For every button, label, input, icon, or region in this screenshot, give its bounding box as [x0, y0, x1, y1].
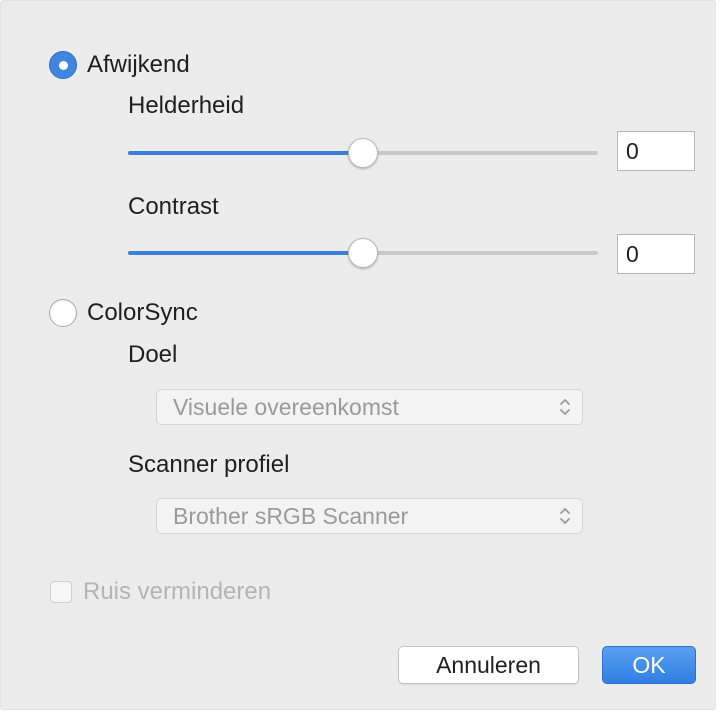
custom-radio-label[interactable]: Afwijkend: [87, 51, 190, 79]
brightness-slider-thumb[interactable]: [348, 138, 378, 168]
scanner-profile-popup-value: Brother sRGB Scanner: [173, 503, 409, 529]
goal-popup-value: Visuele overeenkomst: [173, 394, 399, 420]
up-down-chevron-icon: [560, 399, 570, 415]
goal-label: Doel: [128, 341, 178, 368]
brightness-slider-fill: [128, 151, 363, 155]
noise-reduction-checkbox[interactable]: [50, 581, 72, 603]
noise-reduction-label: Ruis verminderen: [83, 578, 272, 605]
contrast-slider-fill: [128, 251, 363, 255]
scanner-profile-label: Scanner profiel: [128, 451, 290, 478]
goal-popup-button[interactable]: Visuele overeenkomst: [156, 389, 583, 425]
colorsync-radio-button[interactable]: [49, 299, 77, 327]
contrast-slider-thumb[interactable]: [348, 238, 378, 268]
contrast-label: Contrast: [128, 193, 219, 220]
brightness-value-field[interactable]: 0: [617, 131, 695, 171]
ok-button[interactable]: OK: [602, 646, 696, 684]
contrast-value-field[interactable]: 0: [617, 234, 695, 274]
cancel-button[interactable]: Annuleren: [398, 646, 579, 684]
brightness-slider[interactable]: [128, 138, 598, 168]
custom-radio-button[interactable]: [49, 51, 77, 79]
brightness-label: Helderheid: [128, 92, 245, 119]
radio-dot-icon: [59, 61, 68, 70]
colorsync-radio-label[interactable]: ColorSync: [87, 299, 198, 327]
color-adjust-dialog: Afwijkend Helderheid 0 Contrast 0 ColorS…: [0, 0, 716, 710]
contrast-slider[interactable]: [128, 238, 598, 268]
scanner-profile-popup-button[interactable]: Brother sRGB Scanner: [156, 498, 583, 534]
up-down-chevron-icon: [560, 508, 570, 524]
